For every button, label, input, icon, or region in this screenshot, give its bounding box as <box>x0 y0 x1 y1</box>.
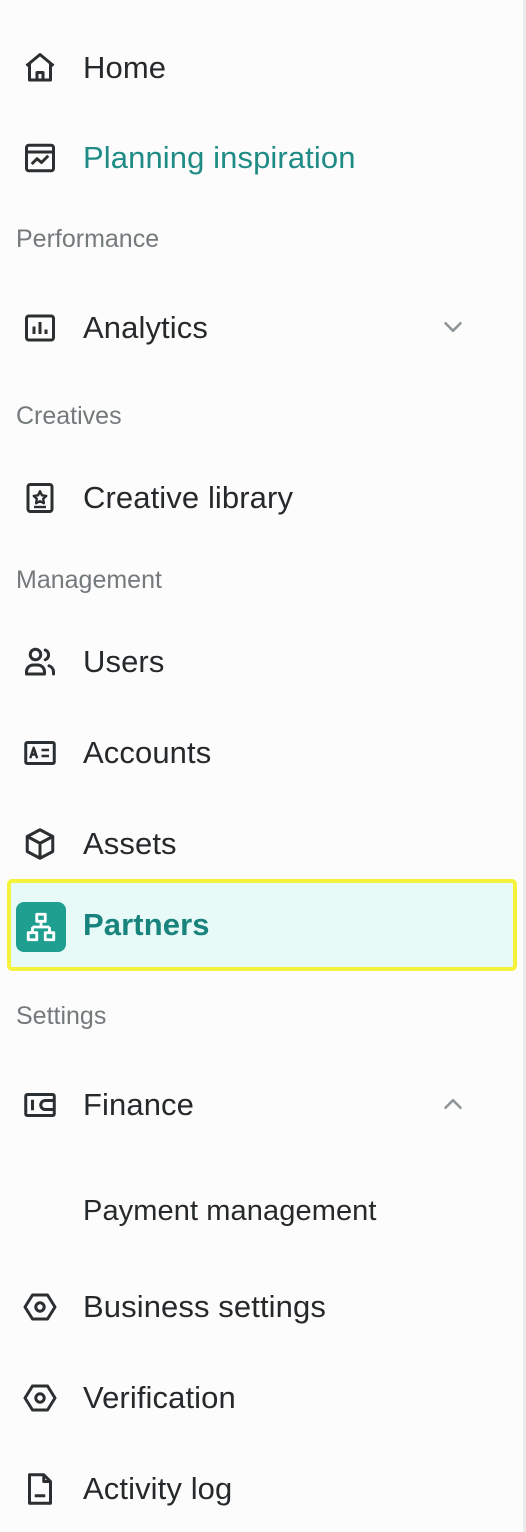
sidebar: Home Planning inspiration Performance An… <box>0 0 526 1532</box>
sidebar-subitem-label: Payment management <box>83 1195 377 1227</box>
sidebar-item-analytics[interactable]: Analytics <box>10 285 514 371</box>
partners-icon <box>16 902 66 952</box>
sidebar-item-label: Assets <box>83 826 177 861</box>
business-settings-icon <box>22 1289 58 1325</box>
sidebar-item-verification[interactable]: Verification <box>10 1355 514 1441</box>
sidebar-subitem-payment-management[interactable]: Payment management <box>10 1175 514 1245</box>
section-header-creatives: Creatives <box>16 402 122 430</box>
sidebar-item-activity-log[interactable]: Activity log <box>10 1446 514 1532</box>
sidebar-item-assets[interactable]: Assets <box>10 801 514 887</box>
sidebar-item-label: Planning inspiration <box>83 140 356 175</box>
sidebar-item-label: Accounts <box>83 735 212 770</box>
chevron-down-icon[interactable] <box>438 312 468 342</box>
section-header-performance: Performance <box>16 225 160 253</box>
sidebar-item-business-settings[interactable]: Business settings <box>10 1264 514 1350</box>
section-header-settings: Settings <box>16 1002 107 1030</box>
planning-inspiration-icon <box>22 140 58 176</box>
sidebar-item-label: Creative library <box>83 480 294 515</box>
sidebar-item-users[interactable]: Users <box>10 619 514 705</box>
sidebar-item-accounts[interactable]: Accounts <box>10 710 514 796</box>
sidebar-item-creative-library[interactable]: Creative library <box>10 455 514 541</box>
sidebar-item-label: Home <box>83 50 167 85</box>
home-icon <box>22 50 58 86</box>
sidebar-item-label: Business settings <box>83 1289 326 1324</box>
sidebar-item-label: Finance <box>83 1087 194 1122</box>
sidebar-item-partners[interactable]: Partners <box>7 879 517 971</box>
finance-icon <box>22 1087 58 1123</box>
chevron-up-icon[interactable] <box>438 1089 468 1119</box>
users-icon <box>22 644 58 680</box>
sidebar-item-planning-inspiration[interactable]: Planning inspiration <box>10 115 514 201</box>
activity-log-icon <box>22 1471 58 1507</box>
sidebar-item-label: Users <box>83 644 165 679</box>
verification-icon <box>22 1380 58 1416</box>
sidebar-item-label: Verification <box>83 1380 236 1415</box>
creative-library-icon <box>22 480 58 516</box>
sidebar-item-label: Activity log <box>83 1471 233 1506</box>
section-header-management: Management <box>16 566 162 594</box>
sidebar-item-label: Partners <box>83 907 210 942</box>
assets-icon <box>22 826 58 862</box>
sidebar-item-finance[interactable]: Finance <box>10 1062 514 1148</box>
accounts-icon <box>22 735 58 771</box>
analytics-icon <box>22 310 58 346</box>
sidebar-item-label: Analytics <box>83 310 208 345</box>
sidebar-item-home[interactable]: Home <box>10 25 514 111</box>
